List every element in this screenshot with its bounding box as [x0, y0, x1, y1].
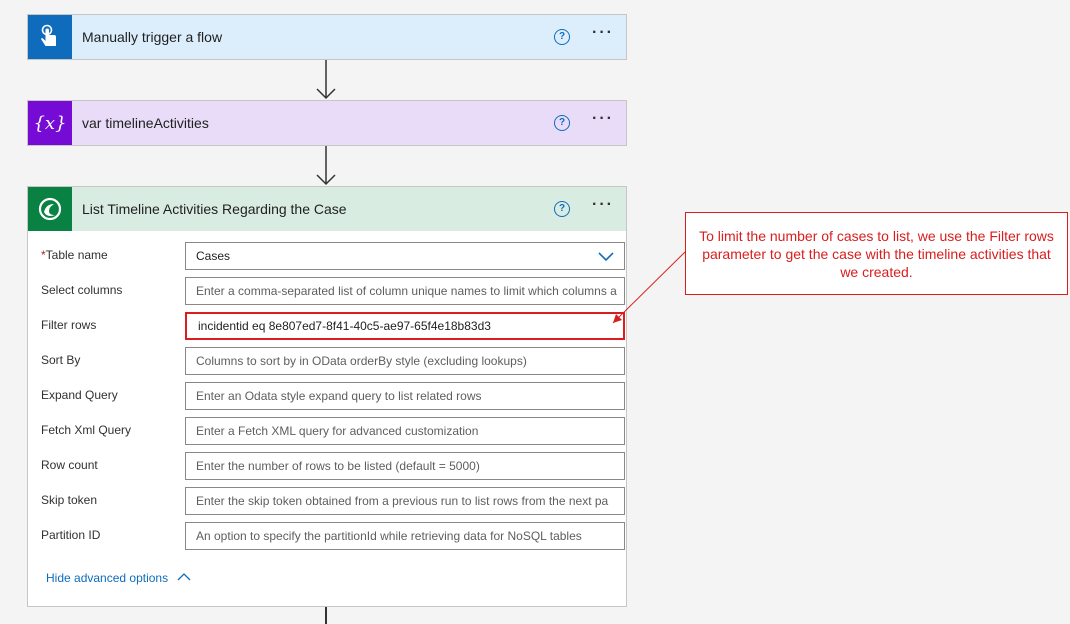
more-options-button[interactable]: ··· — [592, 24, 614, 42]
field-label: Row count — [41, 458, 98, 472]
trigger-step-card[interactable]: Manually trigger a flow ? ··· — [27, 14, 627, 60]
skip-token-row: Skip token Enter the skip token obtained… — [41, 487, 625, 515]
table-name-row: *Table name Cases — [41, 242, 625, 270]
variable-step-card[interactable]: {x} var timelineActivities ? ··· — [27, 100, 627, 146]
filter-rows-input[interactable]: incidentid eq 8e807ed7-8f41-40c5-ae97-65… — [185, 312, 625, 340]
partition-id-input[interactable]: An option to specify the partitionId whi… — [185, 522, 625, 550]
skip-token-input[interactable]: Enter the skip token obtained from a pre… — [185, 487, 625, 515]
list-rows-step-card[interactable]: List Timeline Activities Regarding the C… — [27, 186, 627, 607]
help-icon[interactable]: ? — [554, 201, 570, 217]
partition-id-row: Partition ID An option to specify the pa… — [41, 522, 625, 550]
trigger-step-header[interactable]: Manually trigger a flow ? ··· — [28, 15, 626, 59]
field-label: Skip token — [41, 493, 98, 507]
field-label: Partition ID — [41, 528, 101, 542]
connector-arrow-icon — [316, 146, 336, 186]
more-options-button[interactable]: ··· — [592, 196, 614, 214]
dataverse-icon — [28, 187, 72, 231]
field-label: Filter rows — [41, 318, 97, 332]
table-name-select[interactable]: Cases — [185, 242, 625, 270]
annotation-callout: To limit the number of cases to list, we… — [685, 212, 1068, 295]
list-rows-step-header[interactable]: List Timeline Activities Regarding the C… — [28, 187, 626, 231]
variable-icon: {x} — [28, 101, 72, 145]
fetch-xml-input[interactable]: Enter a Fetch XML query for advanced cus… — [185, 417, 625, 445]
row-count-input[interactable]: Enter the number of rows to be listed (d… — [185, 452, 625, 480]
field-label: Sort By — [41, 353, 81, 367]
step-title: List Timeline Activities Regarding the C… — [82, 201, 347, 217]
help-icon[interactable]: ? — [554, 29, 570, 45]
field-label: Select columns — [41, 283, 123, 297]
chevron-up-icon — [177, 573, 191, 581]
row-count-row: Row count Enter the number of rows to be… — [41, 452, 625, 480]
field-label: Expand Query — [41, 388, 118, 402]
more-options-button[interactable]: ··· — [592, 110, 614, 128]
select-columns-input[interactable]: Enter a comma-separated list of column u… — [185, 277, 625, 305]
sort-by-input[interactable]: Columns to sort by in OData orderBy styl… — [185, 347, 625, 375]
expand-query-row: Expand Query Enter an Odata style expand… — [41, 382, 625, 410]
touch-icon — [28, 15, 72, 59]
expand-query-input[interactable]: Enter an Odata style expand query to lis… — [185, 382, 625, 410]
filter-rows-row: Filter rows incidentid eq 8e807ed7-8f41-… — [41, 312, 625, 340]
step-title: var timelineActivities — [82, 115, 209, 131]
hide-advanced-options-link[interactable]: Hide advanced options — [46, 571, 191, 585]
fetch-xml-row: Fetch Xml Query Enter a Fetch XML query … — [41, 417, 625, 445]
field-label: Fetch Xml Query — [41, 423, 132, 437]
connector-arrow-icon — [316, 60, 336, 100]
svg-text:{x}: {x} — [33, 113, 66, 134]
bottom-connector-line — [325, 607, 327, 624]
variable-step-header[interactable]: {x} var timelineActivities ? ··· — [28, 101, 626, 145]
field-label: *Table name — [41, 248, 108, 262]
step-title: Manually trigger a flow — [82, 29, 223, 45]
select-columns-row: Select columns Enter a comma-separated l… — [41, 277, 625, 305]
sort-by-row: Sort By Columns to sort by in OData orde… — [41, 347, 625, 375]
help-icon[interactable]: ? — [554, 115, 570, 131]
